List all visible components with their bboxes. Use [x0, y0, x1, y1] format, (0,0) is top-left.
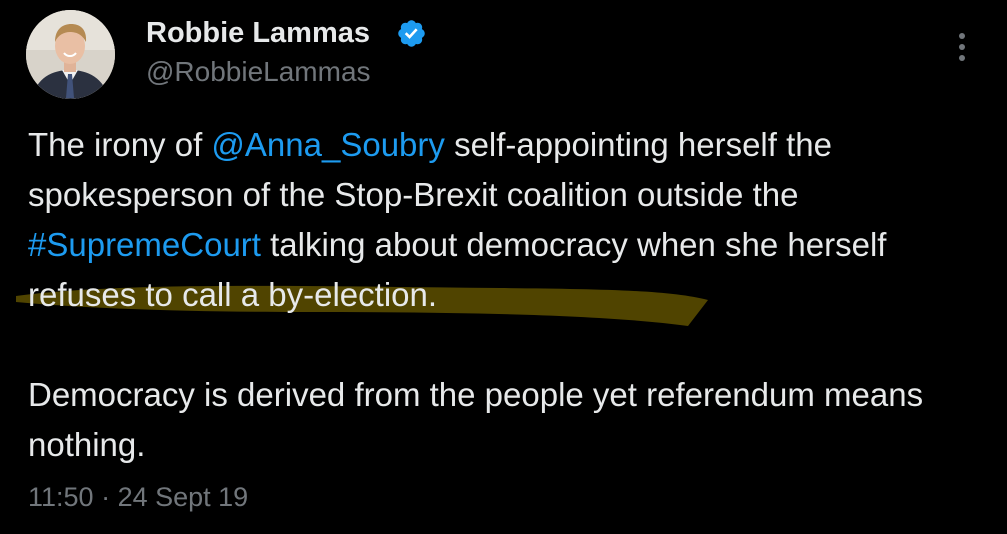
timestamp-separator: · — [93, 482, 118, 512]
avatar[interactable] — [26, 10, 115, 99]
more-options-icon[interactable] — [950, 30, 974, 64]
mention-link[interactable]: @Anna_Soubry — [211, 126, 444, 163]
tweet-paragraph-1: The irony of @Anna_Soubry self-appointin… — [28, 120, 988, 320]
tweet-card: Robbie Lammas @RobbieLammas The irony of… — [0, 0, 1007, 534]
text-prefix: The irony of — [28, 126, 212, 163]
tweet-paragraph-2: Democracy is derived from the people yet… — [28, 376, 924, 463]
tweet-text: The irony of @Anna_Soubry self-appointin… — [28, 120, 988, 470]
hashtag-link[interactable]: #SupremeCourt — [28, 226, 261, 263]
tweet-timestamp[interactable]: 11:50 · 24 Sept 19 — [28, 479, 248, 515]
timestamp-time: 11:50 — [28, 482, 94, 512]
author-display-name[interactable]: Robbie Lammas — [146, 16, 370, 50]
timestamp-date: 24 Sept 19 — [117, 482, 249, 512]
author-handle[interactable]: @RobbieLammas — [146, 56, 371, 88]
verified-badge-icon — [398, 20, 425, 47]
